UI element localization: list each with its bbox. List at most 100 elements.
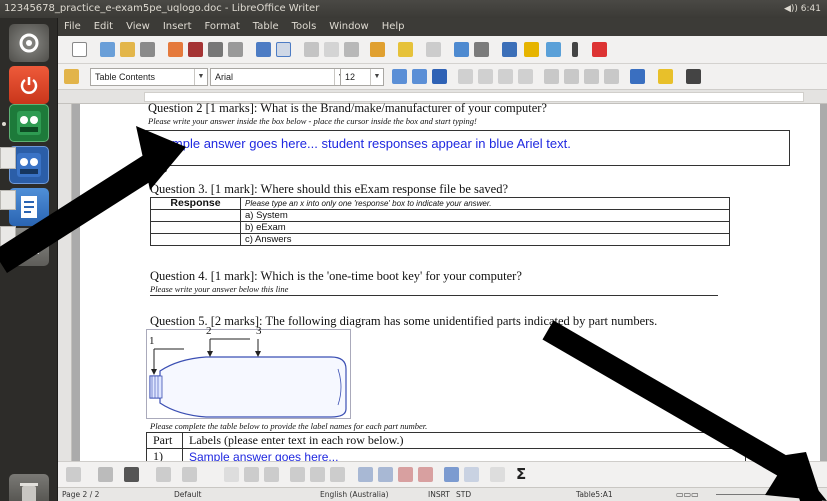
q4-instruction: Please write your answer below this line bbox=[150, 284, 289, 294]
navigator-icon[interactable] bbox=[524, 42, 539, 57]
select-column-icon[interactable] bbox=[378, 467, 393, 482]
menu-window[interactable]: Window bbox=[329, 18, 368, 36]
templates-icon[interactable] bbox=[100, 42, 115, 57]
borders-icon[interactable] bbox=[98, 467, 113, 482]
print-icon[interactable] bbox=[208, 42, 223, 57]
view-layout-icon[interactable]: ▭▭▭ bbox=[676, 488, 699, 501]
status-style[interactable]: Default bbox=[174, 488, 201, 501]
merge-cells-icon[interactable] bbox=[156, 467, 171, 482]
menu-edit[interactable]: Edit bbox=[94, 18, 113, 36]
decrease-indent-icon[interactable] bbox=[584, 69, 599, 84]
table-properties-icon[interactable] bbox=[464, 467, 479, 482]
split-cells-icon[interactable] bbox=[182, 467, 197, 482]
numbering-icon[interactable] bbox=[544, 69, 559, 84]
spellcheck-icon[interactable] bbox=[256, 42, 271, 57]
zoom-icon[interactable] bbox=[592, 42, 607, 57]
status-mode[interactable]: INSRT bbox=[428, 488, 450, 501]
select-table-icon[interactable] bbox=[358, 467, 373, 482]
chevron-down-icon[interactable]: ▼ bbox=[370, 69, 383, 85]
formatting-marks-icon[interactable] bbox=[572, 42, 578, 57]
dash-home-icon[interactable] bbox=[9, 24, 49, 62]
justify-icon[interactable] bbox=[518, 69, 533, 84]
paragraph-style-combo[interactable]: Table Contents ▼ bbox=[90, 68, 208, 86]
highlighting-color-icon[interactable] bbox=[658, 69, 673, 84]
align-top-icon[interactable] bbox=[244, 467, 259, 482]
menu-view[interactable]: View bbox=[126, 18, 150, 36]
document-page[interactable]: Question 2 [1 marks]: What is the Brand/… bbox=[80, 101, 820, 465]
copy-icon[interactable] bbox=[324, 42, 339, 57]
font-size-value: 12 bbox=[345, 72, 356, 82]
q4-title: Question 4. [1 mark]: Which is the 'one-… bbox=[150, 269, 522, 283]
chevron-down-icon[interactable]: ▼ bbox=[194, 69, 207, 85]
status-bar: Page 2 / 2 Default English (Australia) I… bbox=[58, 487, 827, 501]
draw-functions-icon[interactable] bbox=[502, 42, 517, 57]
trash-icon[interactable] bbox=[9, 474, 49, 501]
hyperlink-icon[interactable] bbox=[454, 42, 469, 57]
menu-insert[interactable]: Insert bbox=[163, 18, 192, 36]
zoom-slider[interactable] bbox=[716, 494, 776, 495]
menu-help[interactable]: Help bbox=[382, 18, 405, 36]
status-selection[interactable]: STD bbox=[456, 488, 471, 501]
align-middle-icon[interactable] bbox=[264, 467, 279, 482]
status-language[interactable]: English (Australia) bbox=[320, 488, 389, 501]
optimize-icon[interactable] bbox=[224, 467, 239, 482]
font-color-icon[interactable] bbox=[432, 69, 447, 84]
status-cell: Table5:A1 bbox=[576, 490, 613, 499]
new-document-icon[interactable] bbox=[72, 42, 87, 57]
table-insert-icon[interactable] bbox=[66, 467, 81, 482]
menu-tools[interactable]: Tools bbox=[292, 18, 317, 36]
redo-icon[interactable] bbox=[426, 42, 441, 57]
bullets-icon[interactable] bbox=[564, 69, 579, 84]
vertical-ruler[interactable] bbox=[58, 104, 72, 461]
background-color-icon[interactable] bbox=[686, 69, 701, 84]
insert-column-icon[interactable] bbox=[310, 467, 325, 482]
insert-row-icon[interactable] bbox=[290, 467, 305, 482]
power-icon[interactable] bbox=[9, 66, 49, 104]
grow-font-icon[interactable] bbox=[392, 69, 407, 84]
select-row-icon[interactable] bbox=[398, 467, 413, 482]
gallery-icon[interactable] bbox=[546, 42, 561, 57]
font-name-combo[interactable]: Arial ▼ bbox=[210, 68, 348, 86]
q4-answer-line[interactable] bbox=[150, 295, 718, 296]
undo-icon[interactable] bbox=[398, 42, 413, 57]
response-cell-c[interactable] bbox=[150, 233, 241, 246]
font-size-combo[interactable]: 12 ▼ bbox=[340, 68, 384, 86]
autoformat-icon[interactable] bbox=[444, 467, 459, 482]
open-icon[interactable] bbox=[120, 42, 135, 57]
increase-indent-icon[interactable] bbox=[604, 69, 619, 84]
menu-format[interactable]: Format bbox=[205, 18, 240, 36]
response-cell-a[interactable] bbox=[150, 209, 241, 222]
edit-doc-icon[interactable] bbox=[188, 42, 203, 57]
parts-header-labels: Labels (please enter text in each row be… bbox=[182, 432, 746, 449]
autospell-icon[interactable] bbox=[276, 42, 291, 57]
q2-answer-text[interactable]: Sample answer goes here... student respo… bbox=[156, 136, 571, 151]
align-left-icon[interactable] bbox=[458, 69, 473, 84]
save-icon[interactable] bbox=[140, 42, 155, 57]
status-page[interactable]: Page 2 / 2 bbox=[62, 488, 99, 501]
border-style-icon[interactable] bbox=[124, 467, 139, 482]
shrink-font-icon[interactable] bbox=[412, 69, 427, 84]
system-tray[interactable]: ◀)) 6:41 bbox=[784, 0, 821, 18]
table-icon[interactable] bbox=[474, 42, 489, 57]
paste-icon[interactable] bbox=[344, 42, 359, 57]
align-center-icon[interactable] bbox=[478, 69, 493, 84]
bottle-diagram bbox=[146, 329, 351, 419]
export-pdf-icon[interactable] bbox=[168, 42, 183, 57]
q5-instruction: Please complete the table below to provi… bbox=[150, 421, 428, 431]
option-a: a) System bbox=[240, 209, 730, 222]
styles-icon[interactable] bbox=[64, 69, 79, 84]
clone-format-icon[interactable] bbox=[370, 42, 385, 57]
print-preview-icon[interactable] bbox=[228, 42, 243, 57]
response-cell-b[interactable] bbox=[150, 221, 241, 234]
align-right-icon[interactable] bbox=[498, 69, 513, 84]
delete-table-icon[interactable] bbox=[418, 467, 433, 482]
menu-table[interactable]: Table bbox=[253, 18, 279, 36]
cut-icon[interactable] bbox=[304, 42, 319, 57]
exam-app-icon[interactable] bbox=[9, 104, 49, 142]
delete-row-icon[interactable] bbox=[330, 467, 345, 482]
menu-file[interactable]: File bbox=[64, 18, 81, 36]
highlight-icon[interactable] bbox=[630, 69, 645, 84]
sort-icon[interactable] bbox=[490, 467, 505, 482]
option-c: c) Answers bbox=[240, 233, 730, 246]
sum-icon[interactable]: Σ bbox=[516, 465, 526, 483]
